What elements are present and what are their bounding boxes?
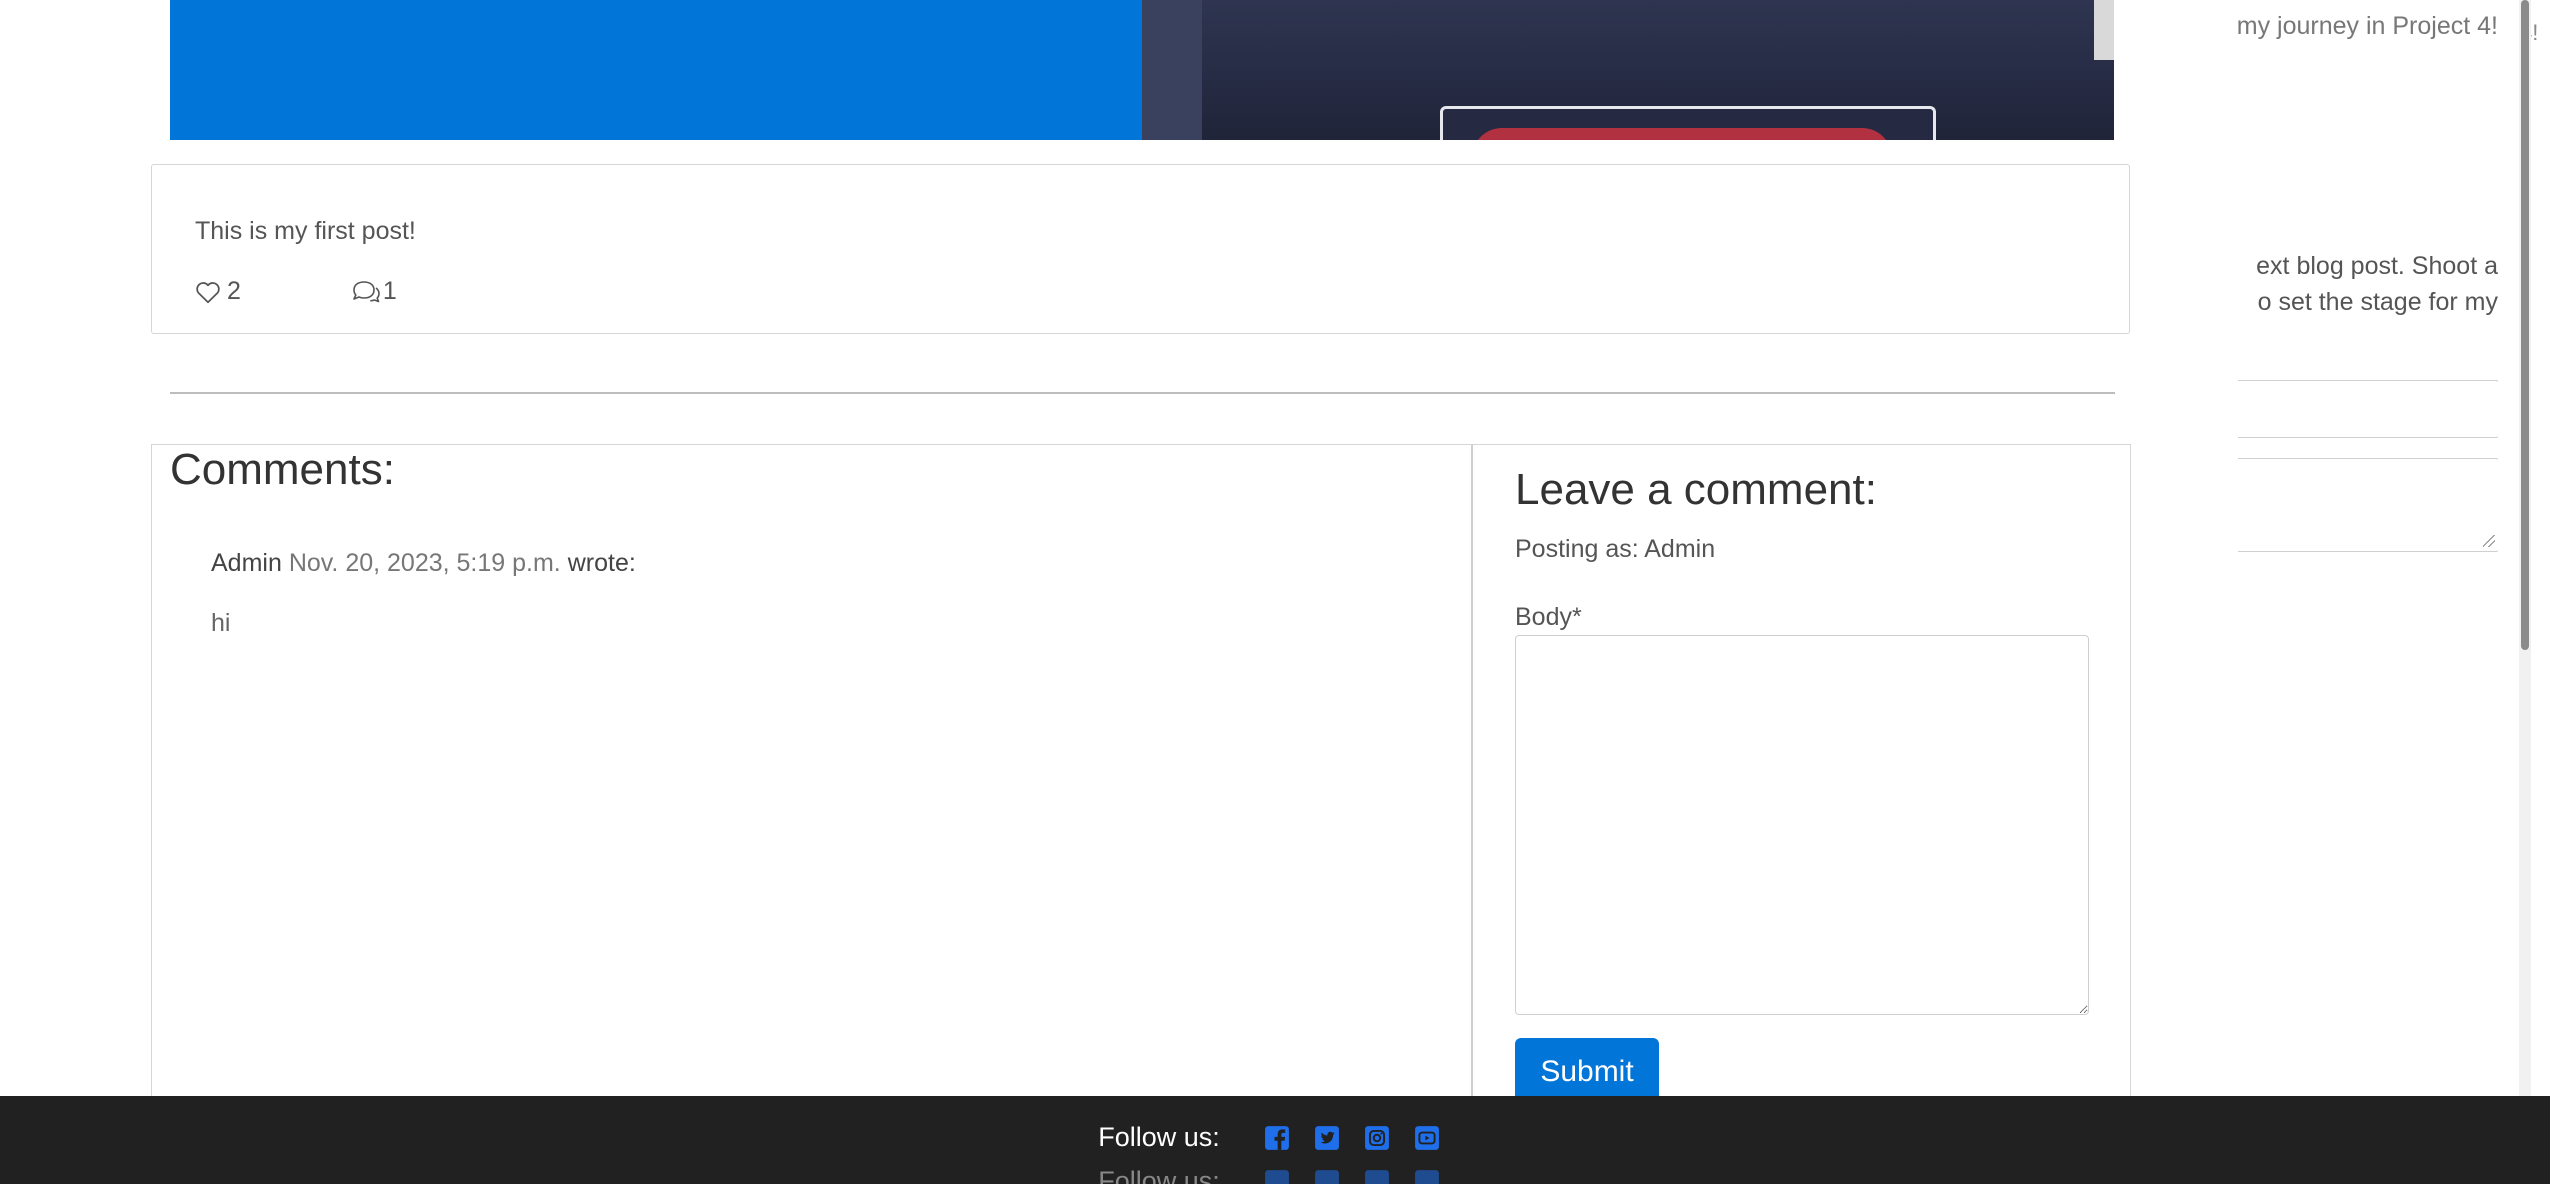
facebook-icon[interactable]	[1264, 1125, 1290, 1151]
follow-us-label-ghost: Follow us:	[1098, 1166, 1220, 1184]
hero-banner	[170, 0, 1142, 140]
twitter-icon[interactable]	[1314, 1125, 1340, 1151]
like-button[interactable]: 2	[195, 277, 241, 306]
resize-grip-icon[interactable]	[2483, 535, 2495, 547]
photo-shape	[2094, 0, 2114, 60]
comments-icon	[351, 280, 381, 304]
sidebar-text: t my journey in Project 4!	[2238, 12, 2498, 40]
comment-wrote: wrote:	[567, 549, 636, 577]
comment-form: Leave a comment: Posting as: Admin Body*…	[1473, 444, 2131, 1184]
comments-heading: Comments:	[170, 445, 395, 494]
page: This is my first post! 2 1 Comments: Adm…	[0, 0, 2550, 1184]
photo-shape	[1472, 128, 1892, 140]
youtube-icon	[1414, 1169, 1439, 1184]
photo-shape	[1142, 0, 1202, 140]
scrollbar-thumb[interactable]	[2521, 0, 2529, 650]
post-card: This is my first post! 2 1	[151, 164, 2130, 334]
comment-count: 1	[382, 277, 397, 305]
footer-ghost-row: Follow us:	[0, 1166, 2550, 1184]
sidebar-input[interactable]	[2238, 380, 2498, 438]
sidebar-text: ext blog post. Shoot a	[2256, 252, 2498, 280]
youtube-icon[interactable]	[1414, 1125, 1440, 1151]
post-excerpt: This is my first post!	[195, 217, 416, 245]
sidebar-textarea[interactable]	[2238, 458, 2498, 552]
posting-as-text: Posting as: Admin	[1515, 535, 1716, 563]
hero-photo	[1142, 0, 2114, 140]
comment-count-link[interactable]: 1	[351, 277, 397, 306]
comment-header: Admin Nov. 20, 2023, 5:19 p.m. wrote:	[211, 549, 636, 578]
like-count: 2	[227, 277, 241, 305]
instagram-icon	[1364, 1169, 1389, 1184]
form-heading: Leave a comment:	[1515, 465, 1877, 514]
follow-us-label: Follow us:	[1098, 1122, 1220, 1152]
twitter-icon	[1314, 1169, 1339, 1184]
sidebar: t my journey in Project 4! ext blog post…	[2238, 0, 2498, 560]
comment-author: Admin	[211, 549, 282, 577]
comment-body: hi	[211, 609, 231, 637]
facebook-icon	[1264, 1169, 1289, 1184]
body-label: Body*	[1515, 603, 1582, 631]
footer: Follow us: Follow us:	[0, 1096, 2550, 1184]
comments-section: Comments: Admin Nov. 20, 2023, 5:19 p.m.…	[151, 444, 1473, 1184]
comment-body-textarea[interactable]	[1515, 635, 2089, 1015]
sidebar-text: o set the stage for my	[2257, 288, 2498, 316]
comment-date: Nov. 20, 2023, 5:19 p.m.	[288, 549, 561, 577]
footer-social: Follow us:	[0, 1122, 2550, 1153]
divider	[170, 392, 2115, 394]
heart-icon	[195, 280, 221, 304]
instagram-icon[interactable]	[1364, 1125, 1390, 1151]
post-meta: 2 1	[195, 277, 397, 306]
